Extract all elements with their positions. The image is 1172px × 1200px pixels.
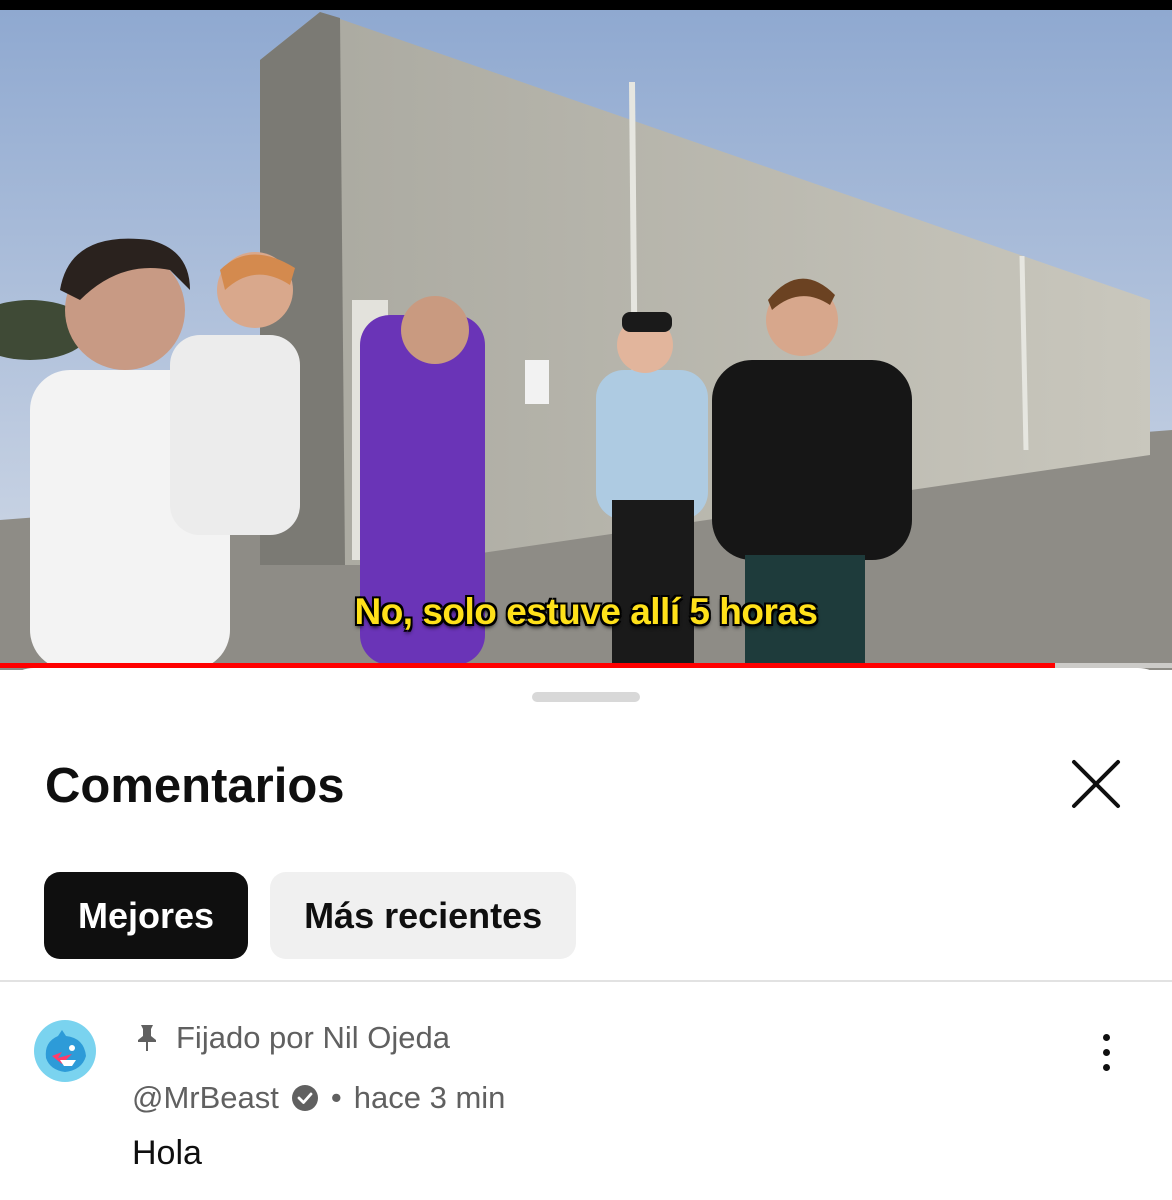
comment-menu-button[interactable] bbox=[1084, 1022, 1128, 1082]
video-subtitle: No, solo estuve allí 5 horas bbox=[354, 591, 818, 632]
pinned-comment: Fijado por Nil Ojeda @MrBeast • hace 3 m… bbox=[0, 998, 1172, 1198]
pinned-by-text: Fijado por Nil Ojeda bbox=[176, 1020, 450, 1055]
chip-newest-label: Más recientes bbox=[304, 894, 543, 936]
chip-top[interactable]: Mejores bbox=[44, 872, 249, 959]
comment-timestamp: hace 3 min bbox=[353, 1080, 506, 1115]
comment-body: Hola bbox=[132, 1134, 202, 1172]
status-bar bbox=[0, 0, 1172, 10]
video-frame bbox=[0, 0, 1172, 670]
more-vertical-icon-dot bbox=[1102, 1063, 1110, 1071]
more-vertical-icon bbox=[1102, 1033, 1110, 1041]
avatar[interactable] bbox=[32, 1018, 98, 1084]
pinned-label: Fijado por Nil Ojeda bbox=[134, 1020, 450, 1056]
chip-newest[interactable]: Más recientes bbox=[270, 872, 577, 959]
close-icon bbox=[1072, 760, 1120, 808]
panel-title: Comentarios bbox=[45, 759, 345, 813]
sort-filter-chips: Mejores Más recientes bbox=[44, 872, 577, 959]
meta-separator: • bbox=[330, 1080, 342, 1115]
comment-meta: @MrBeast • hace 3 min bbox=[132, 1080, 505, 1116]
verified-check-icon bbox=[291, 1085, 318, 1111]
author-handle[interactable]: @MrBeast bbox=[132, 1080, 279, 1116]
mrbeast-logo-icon bbox=[32, 1018, 98, 1084]
chip-top-label: Mejores bbox=[78, 894, 215, 936]
comments-panel: Comentarios Mejores Más recientes Fijado… bbox=[0, 668, 1172, 1200]
video-player[interactable]: No, solo estuve allí 5 horas bbox=[0, 0, 1172, 670]
close-button[interactable] bbox=[1064, 754, 1128, 818]
pin-icon bbox=[138, 1025, 156, 1051]
divider bbox=[0, 980, 1172, 982]
more-vertical-icon-dot bbox=[1102, 1048, 1110, 1056]
drag-handle[interactable] bbox=[532, 692, 640, 702]
